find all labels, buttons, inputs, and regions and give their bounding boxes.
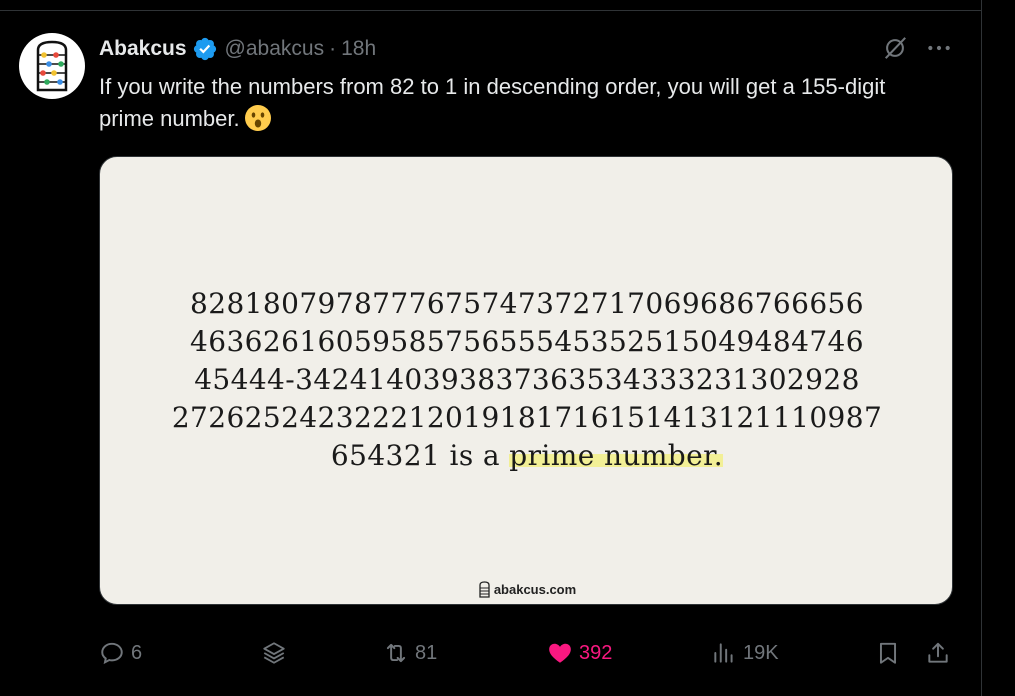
views-button[interactable]: 19K (711, 636, 779, 670)
reply-button[interactable]: 6 (99, 636, 142, 670)
views-chart-icon (714, 643, 733, 663)
repost-count: 81 (415, 641, 438, 664)
image-digits: 8281807978777675747372717069686766656 46… (100, 285, 952, 475)
abacus-logo-icon (36, 40, 68, 92)
tweet-actions: 6 81 392 19K (99, 636, 959, 670)
views-count: 19K (743, 641, 779, 664)
share-button[interactable] (925, 636, 951, 670)
heart-icon (549, 643, 571, 663)
bookmark-button[interactable] (875, 636, 901, 670)
digits-line-2: 4636261605958575655545352515049484746 (190, 325, 864, 358)
tweet-header: Abakcus @abakcus · 18h (99, 35, 376, 63)
header-separator: · (329, 37, 337, 60)
digits-line-5: 654321 is a prime number. (100, 437, 952, 475)
author-name[interactable]: Abakcus (99, 37, 187, 61)
repost-icon (386, 643, 406, 663)
like-button[interactable]: 392 (547, 636, 612, 670)
share-icon (928, 642, 948, 663)
author-handle[interactable]: @abakcus (225, 37, 325, 61)
more-options-icon[interactable] (924, 34, 954, 62)
digits-line-4: 272625242322212019181716151413121110987 (171, 401, 883, 434)
timestamp[interactable]: 18h (341, 37, 376, 61)
reply-icon (101, 642, 123, 665)
like-count: 392 (579, 641, 613, 664)
grok-icon[interactable] (881, 34, 909, 62)
grok-analyze-button[interactable] (261, 636, 287, 670)
digits-line-1: 8281807978777675747372717069686766656 (190, 287, 864, 320)
verified-badge-icon[interactable] (192, 35, 220, 63)
abacus-small-icon (479, 581, 490, 598)
avatar[interactable] (19, 33, 85, 99)
column-divider (981, 0, 982, 696)
face-with-open-mouth-icon (244, 104, 272, 132)
tweet-body: If you write the numbers from 82 to 1 in… (99, 74, 886, 131)
tweet-text: If you write the numbers from 82 to 1 in… (99, 71, 939, 135)
highlighted-phrase: prime number. (509, 439, 724, 472)
bookmark-icon (879, 642, 897, 664)
repost-button[interactable]: 81 (383, 636, 437, 670)
layers-icon (263, 642, 285, 664)
image-watermark: abakcus.com (100, 581, 952, 598)
reply-count: 6 (131, 641, 143, 664)
digits-line-3: 45444-3424140393837363534333231302928 (194, 363, 860, 396)
watermark-text: abakcus.com (493, 582, 577, 597)
tweet-image[interactable]: 8281807978777675747372717069686766656 46… (99, 156, 953, 605)
top-divider (0, 10, 982, 11)
digits-line-5-prefix: 654321 is a (330, 439, 510, 472)
